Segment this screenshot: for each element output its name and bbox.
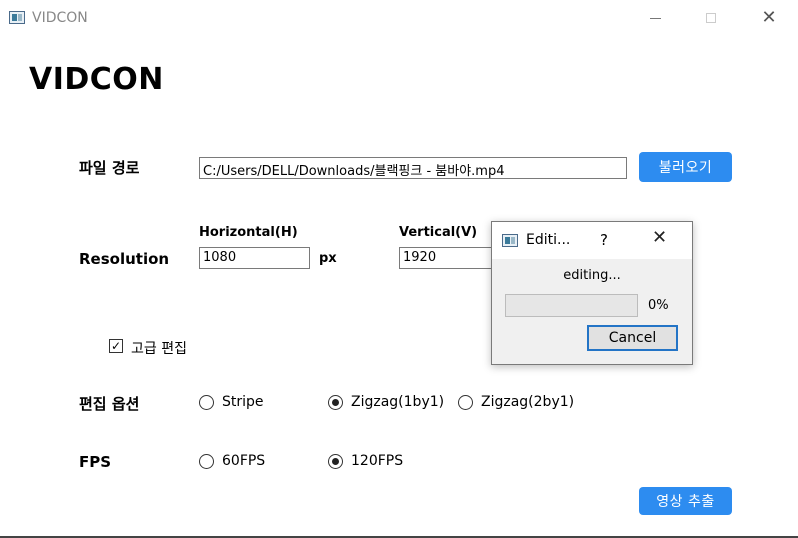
load-button[interactable]: 불러오기 bbox=[639, 152, 732, 182]
title-bar: VIDCON ✕ bbox=[0, 0, 798, 36]
help-icon[interactable]: ? bbox=[600, 231, 608, 249]
extract-video-button[interactable]: 영상 추출 bbox=[639, 487, 732, 515]
app-title: VIDCON bbox=[29, 62, 164, 97]
progress-bar bbox=[505, 294, 638, 317]
radio-stripe[interactable] bbox=[199, 395, 214, 410]
horizontal-label: Horizontal(H) bbox=[199, 225, 298, 240]
checkmark-icon: ✓ bbox=[110, 339, 122, 353]
progress-percent: 0% bbox=[648, 298, 669, 313]
radio-zigzag-1by1[interactable] bbox=[328, 395, 343, 410]
app-window-icon bbox=[9, 11, 25, 24]
close-button[interactable]: ✕ bbox=[746, 0, 792, 36]
radio-120fps[interactable] bbox=[328, 454, 343, 469]
dialog-title-bar: Editi... ? ✕ bbox=[492, 222, 692, 259]
maximize-icon bbox=[706, 13, 716, 23]
advanced-edit-checkbox[interactable]: ✓ bbox=[109, 339, 123, 353]
dialog-message: editing... bbox=[563, 268, 621, 283]
cancel-button[interactable]: Cancel bbox=[587, 325, 678, 351]
file-path-input[interactable]: C:/Users/DELL/Downloads/블랙핑크 - 붐바야.mp4 bbox=[199, 157, 627, 179]
edit-options-label: 편집 옵션 bbox=[79, 395, 140, 413]
radio-60fps-label: 60FPS bbox=[222, 453, 266, 469]
file-path-label: 파일 경로 bbox=[79, 159, 140, 177]
radio-60fps[interactable] bbox=[199, 454, 214, 469]
radio-120fps-label: 120FPS bbox=[351, 453, 404, 469]
close-icon: ✕ bbox=[761, 7, 777, 28]
vertical-input[interactable]: 1920 bbox=[399, 247, 499, 269]
minimize-button[interactable] bbox=[632, 0, 678, 36]
dialog-close-icon[interactable]: ✕ bbox=[652, 229, 667, 247]
radio-zigzag-1by1-label: Zigzag(1by1) bbox=[351, 394, 445, 410]
maximize-button[interactable] bbox=[688, 0, 734, 36]
vertical-label: Vertical(V) bbox=[399, 225, 478, 240]
radio-zigzag-2by1-label: Zigzag(2by1) bbox=[481, 394, 575, 410]
window-title: VIDCON bbox=[32, 10, 88, 26]
fps-label: FPS bbox=[79, 453, 112, 471]
dialog-app-icon bbox=[502, 234, 518, 247]
horizontal-input[interactable]: 1080 bbox=[199, 247, 310, 269]
radio-stripe-label: Stripe bbox=[222, 394, 264, 410]
advanced-edit-label: 고급 편집 bbox=[131, 341, 187, 357]
dialog-title: Editi... bbox=[526, 232, 571, 248]
px-unit-label: px bbox=[319, 251, 337, 266]
radio-zigzag-2by1[interactable] bbox=[458, 395, 473, 410]
resolution-label: Resolution bbox=[79, 250, 170, 268]
editing-dialog: Editi... ? ✕ editing... 0% Cancel bbox=[491, 221, 693, 365]
minimize-icon bbox=[649, 17, 661, 19]
